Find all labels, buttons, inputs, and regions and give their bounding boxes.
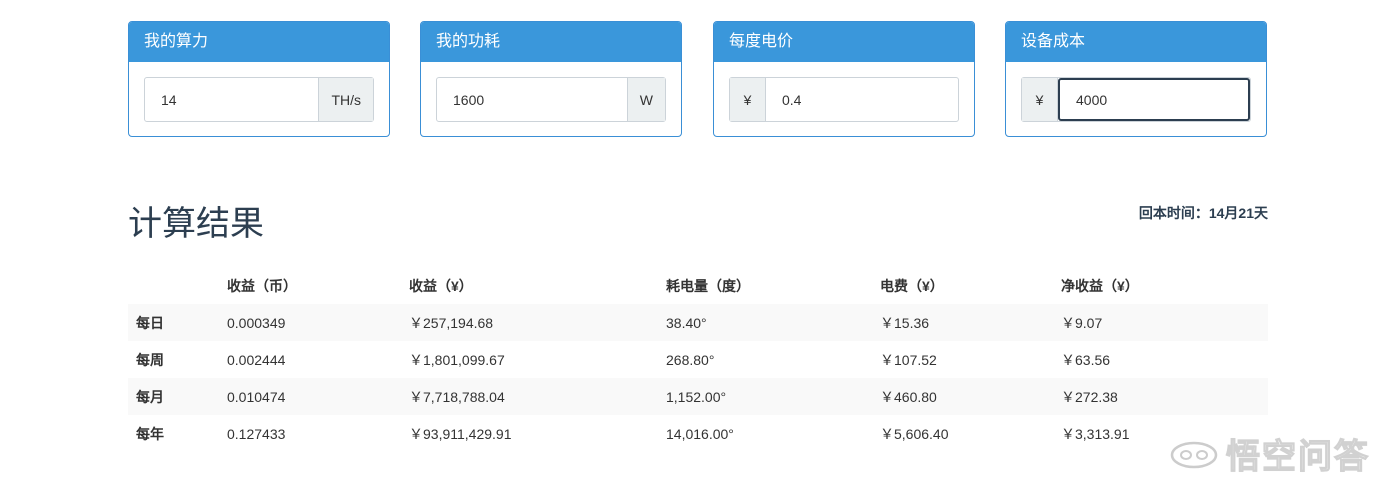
table-cell: ￥15.36 — [880, 314, 930, 331]
table-cell-period: 每日 — [136, 314, 164, 331]
table-cell-period: 每周 — [136, 351, 164, 368]
electricity-price-input-group: ¥ — [729, 77, 959, 122]
table-cell: ￥460.80 — [880, 388, 937, 405]
hashrate-card: 我的算力 TH/s — [128, 21, 390, 137]
hashrate-input[interactable] — [145, 78, 319, 121]
table-header-net-income: 净收益（¥） — [1061, 277, 1139, 294]
table-cell: ￥5,606.40 — [880, 425, 949, 442]
hashrate-card-title: 我的算力 — [129, 22, 389, 62]
device-cost-card-title: 设备成本 — [1006, 22, 1266, 62]
hashrate-input-group: TH/s — [144, 77, 374, 122]
table-cell: 1,152.00° — [666, 388, 727, 405]
table-cell: 0.002444 — [227, 351, 286, 368]
payback-time: 回本时间：14月21天 — [1138, 205, 1268, 221]
table-header-row: 收益（币） 收益（¥） 耗电量（度） 电费（¥） 净收益（¥） — [128, 267, 1268, 304]
table-cell: ￥272.38 — [1061, 388, 1118, 405]
table-header-electricity-cost: 电费（¥） — [880, 277, 944, 294]
device-cost-input-group: ¥ — [1021, 77, 1251, 122]
electricity-price-card-title: 每度电价 — [714, 22, 974, 62]
table-header-cny-income: 收益（¥） — [409, 277, 473, 294]
power-card: 我的功耗 W — [420, 21, 682, 137]
table-header-coin-income: 收益（币） — [227, 277, 297, 294]
table-row: 每年 0.127433 ￥93,911,429.91 14,016.00° ￥5… — [128, 415, 1268, 452]
table-cell: ￥63.56 — [1061, 351, 1111, 368]
result-title: 计算结果 — [128, 205, 264, 243]
table-cell: ￥107.52 — [880, 351, 937, 368]
hashrate-unit: TH/s — [318, 78, 373, 121]
power-input[interactable] — [437, 78, 627, 121]
wukong-logo-icon — [1168, 437, 1220, 471]
device-cost-input[interactable] — [1058, 78, 1250, 121]
power-input-group: W — [436, 77, 666, 122]
table-cell: 0.127433 — [227, 425, 286, 442]
device-cost-card: 设备成本 ¥ — [1005, 21, 1267, 137]
table-header-power-usage: 耗电量（度） — [666, 277, 750, 294]
table-cell: 0.000349 — [227, 314, 286, 331]
electricity-price-card: 每度电价 ¥ — [713, 21, 975, 137]
electricity-price-input[interactable] — [766, 78, 958, 121]
device-cost-currency: ¥ — [1022, 78, 1058, 121]
power-unit: W — [626, 78, 665, 121]
table-cell: 14,016.00° — [666, 425, 734, 442]
table-cell: ￥1,801,099.67 — [409, 351, 505, 368]
table-cell: ￥9.07 — [1061, 314, 1103, 331]
table-header-period — [128, 267, 219, 304]
table-cell: ￥257,194.68 — [409, 314, 494, 331]
watermark: 悟空问答 — [1168, 429, 1370, 478]
table-row: 每周 0.002444 ￥1,801,099.67 268.80° ￥107.5… — [128, 341, 1268, 378]
table-cell-period: 每月 — [136, 388, 164, 405]
table-cell: ￥93,911,429.91 — [409, 425, 512, 442]
table-cell: 0.010474 — [227, 388, 286, 405]
table-cell: 268.80° — [666, 351, 715, 368]
electricity-price-currency: ¥ — [730, 78, 766, 121]
power-card-title: 我的功耗 — [421, 22, 681, 62]
results-table: 收益（币） 收益（¥） 耗电量（度） 电费（¥） 净收益（¥） 每日 0.000… — [128, 267, 1268, 452]
table-row: 每日 0.000349 ￥257,194.68 38.40° ￥15.36 ￥9… — [128, 304, 1268, 341]
input-cards: 我的算力 TH/s 我的功耗 W 每度电价 ¥ 设备成本 ¥ — [128, 21, 1268, 137]
table-cell: ￥7,718,788.04 — [409, 388, 505, 405]
table-cell-period: 每年 — [136, 425, 164, 442]
table-cell: 38.40° — [666, 314, 707, 331]
watermark-text: 悟空问答 — [1225, 437, 1370, 476]
table-row: 每月 0.010474 ￥7,718,788.04 1,152.00° ￥460… — [128, 378, 1268, 415]
